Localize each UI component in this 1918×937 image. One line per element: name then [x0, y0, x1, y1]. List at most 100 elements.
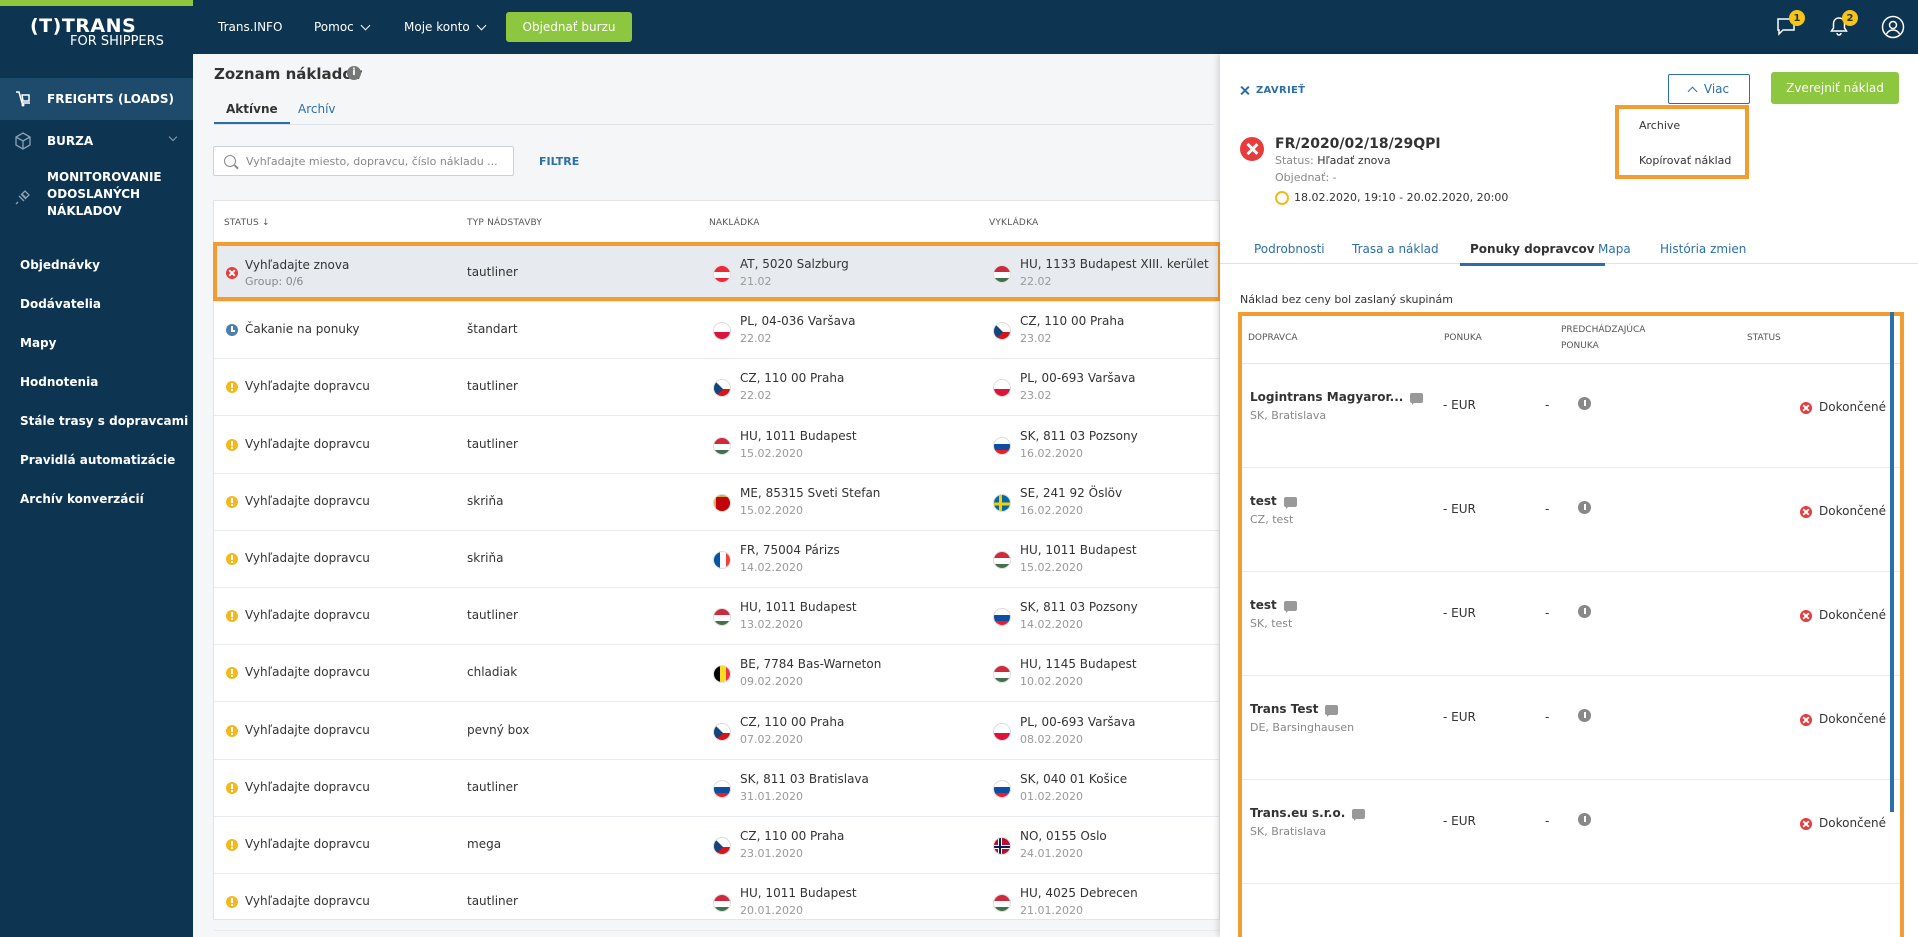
offers-scrollbar[interactable] — [1890, 312, 1894, 812]
nav-pomoc[interactable]: Pomoc — [314, 0, 371, 54]
sidebar-item-mapy[interactable]: Mapy — [20, 336, 56, 350]
info-icon[interactable] — [1578, 605, 1591, 618]
carrier-name[interactable]: test — [1250, 494, 1297, 509]
column-status[interactable]: STATUS ↓ — [224, 218, 270, 228]
table-row[interactable]: Vyhľadajte dopravcu mega CZ, 110 00 Prah… — [214, 817, 1219, 874]
table-row[interactable]: Vyhľadajte dopravcu skriňa FR, 75004 Pár… — [214, 531, 1219, 588]
table-row[interactable]: Vyhľadajte dopravcu tautliner SK, 811 03… — [214, 760, 1219, 817]
nav-transinfo[interactable]: Trans.INFO — [218, 0, 282, 54]
row-loading-date: 22.02 — [740, 389, 772, 403]
offers-note: Náklad bez ceny bol zaslaný skupinám — [1240, 293, 1453, 306]
sidebar-item-pravidla[interactable]: Pravidlá automatizácie — [20, 453, 175, 467]
tab-aktivne[interactable]: Aktívne — [214, 102, 290, 125]
sidebar-item-freights[interactable]: FREIGHTS (LOADS) — [0, 78, 193, 120]
user-avatar-icon[interactable] — [1881, 15, 1905, 39]
sidebar-item-stale-trasy[interactable]: Stále trasy s dopravcami — [20, 414, 188, 428]
flag-sk-icon — [993, 779, 1011, 798]
chat-icon[interactable] — [1325, 704, 1339, 717]
row-loading-place: CZ, 110 00 Praha — [740, 371, 845, 386]
sidebar-item-burza[interactable]: BURZA — [0, 120, 193, 162]
table-row[interactable]: Čakanie na ponuky štandart PL, 04-036 Va… — [214, 302, 1219, 360]
row-loading-date: 15.02.2020 — [740, 446, 803, 460]
table-row[interactable]: Vyhľadajte dopravcu tautliner HU, 1011 B… — [214, 874, 1219, 932]
info-icon[interactable]: i — [347, 66, 361, 80]
row-body-type: tautliner — [467, 894, 518, 909]
carrier-name-text: Trans Test — [1250, 702, 1319, 716]
search-input[interactable] — [246, 147, 506, 175]
previous-offer: - — [1545, 606, 1550, 620]
sidebar-item-hodnotenia[interactable]: Hodnotenia — [20, 375, 98, 389]
tab-historia-zmien[interactable]: História zmien — [1660, 242, 1746, 256]
sidebar-item-objednavky[interactable]: Objednávky — [20, 258, 100, 272]
carrier-name[interactable]: Logintrans Magyaror... — [1250, 390, 1424, 405]
publish-freight-button[interactable]: Zverejniť náklad — [1771, 72, 1899, 104]
flag-se-icon — [993, 493, 1011, 512]
flag-cz-icon — [713, 722, 731, 741]
nav-moje-konto[interactable]: Moje konto — [404, 0, 487, 54]
row-loading-place: CZ, 110 00 Praha — [740, 829, 845, 843]
row-status: Vyhľadajte dopravcu — [245, 894, 370, 909]
tab-ponuky-dopravcov[interactable]: Ponuky dopravcov — [1460, 242, 1605, 266]
table-row[interactable]: Vyhľadajte dopravcu tautliner HU, 1011 B… — [214, 417, 1219, 474]
info-icon[interactable] — [1578, 397, 1591, 410]
chat-icon[interactable] — [1283, 600, 1297, 613]
search-box[interactable] — [213, 146, 514, 176]
row-loading-date: 15.02.2020 — [740, 503, 803, 517]
menu-item-archive[interactable]: Archive — [1639, 119, 1680, 132]
chat-icon[interactable] — [1283, 496, 1297, 509]
more-button[interactable]: Viac — [1668, 74, 1750, 104]
flag-pl-icon — [713, 322, 731, 341]
freight-status: Status: Hľadať znova — [1275, 154, 1391, 167]
row-unloading-date: 01.02.2020 — [1020, 789, 1083, 803]
info-icon[interactable] — [1578, 709, 1591, 722]
offer-row[interactable]: Trans.eu s.r.o. SK, Bratislava - EUR - D… — [1242, 780, 1900, 884]
menu-item-copy-freight[interactable]: Kopírovať náklad — [1639, 154, 1731, 167]
previous-offer: - — [1545, 502, 1550, 516]
sidebar-item-label: MONITOROVANIE ODOSLANÝCH NÁKLADOV — [47, 170, 162, 218]
table-row[interactable]: Vyhľadajte dopravcu chladiak BE, 7784 Ba… — [214, 645, 1219, 703]
row-unloading-place: CZ, 110 00 Praha — [1020, 314, 1125, 329]
offer-row[interactable]: Trans Test DE, Barsinghausen - EUR - Dok… — [1242, 676, 1900, 780]
info-icon[interactable] — [1578, 813, 1591, 826]
offer-row[interactable]: Logintrans Magyaror... SK, Bratislava - … — [1242, 364, 1900, 468]
tab-mapa[interactable]: Mapa — [1598, 242, 1631, 256]
tab-trasa-a-naklad[interactable]: Trasa a náklad — [1352, 242, 1439, 256]
info-icon[interactable] — [1578, 501, 1591, 514]
tab-podrobnosti[interactable]: Podrobnosti — [1254, 242, 1325, 256]
table-row[interactable]: Vyhľadajte dopravcu skriňa ME, 85315 Sve… — [214, 474, 1219, 531]
status-clock-icon — [226, 324, 238, 337]
table-row[interactable]: Vyhľadajte dopravcu tautliner HU, 1011 B… — [214, 588, 1219, 646]
offer-row[interactable]: test CZ, test - EUR - Dokončené — [1242, 468, 1900, 572]
table-header: STATUS ↓ TYP NÁDSTAVBY NAKLÁDKA VYKLÁDKA — [214, 201, 1219, 245]
messages-icon[interactable]: 1 — [1775, 10, 1805, 37]
previous-offer: - — [1545, 710, 1550, 724]
close-icon — [1240, 86, 1249, 95]
filter-button[interactable]: FILTRE — [539, 155, 579, 168]
tab-archiv[interactable]: Archív — [298, 102, 336, 116]
row-status: Vyhľadajte dopravcu — [245, 722, 370, 737]
table-row[interactable]: Vyhľadajte dopravcu pevný box CZ, 110 00… — [214, 703, 1219, 760]
carrier-name[interactable]: Trans Test — [1250, 702, 1339, 717]
sidebar-item-archiv-konverzacii[interactable]: Archív konverzácií — [20, 492, 144, 506]
table-row[interactable]: Vyhľadajte dopravcu tautliner CZ, 110 00… — [214, 359, 1219, 417]
flag-no-icon — [993, 837, 1011, 855]
close-button[interactable]: ZAVRIEŤ — [1240, 85, 1305, 96]
logo[interactable]: (T)TRANS FOR SHIPPERS — [30, 16, 164, 49]
row-body-type: tautliner — [467, 436, 518, 451]
sidebar-item-dodavatelia[interactable]: Dodávatelia — [20, 297, 101, 311]
clock-icon — [1275, 191, 1289, 205]
carrier-name[interactable]: Trans.eu s.r.o. — [1250, 806, 1366, 821]
order-exchange-button[interactable]: Objednať burzu — [506, 12, 632, 42]
chat-icon[interactable] — [1352, 808, 1366, 821]
row-loading-place: FR, 75004 Párizs — [740, 543, 840, 557]
carrier-name[interactable]: test — [1250, 598, 1297, 613]
sidebar-item-label: BURZA — [47, 134, 94, 148]
row-body-type: tautliner — [467, 779, 518, 794]
sidebar-item-monitoring[interactable]: MONITOROVANIE ODOSLANÝCH NÁKLADOV — [0, 162, 193, 228]
row-body-type: pevný box — [467, 722, 530, 737]
chat-icon[interactable] — [1410, 392, 1424, 405]
close-label: ZAVRIEŤ — [1256, 85, 1306, 96]
notifications-icon[interactable]: 2 — [1828, 10, 1858, 37]
offer-row[interactable]: test SK, test - EUR - Dokončené — [1242, 572, 1900, 676]
offer-status: Dokončené — [1800, 712, 1886, 726]
